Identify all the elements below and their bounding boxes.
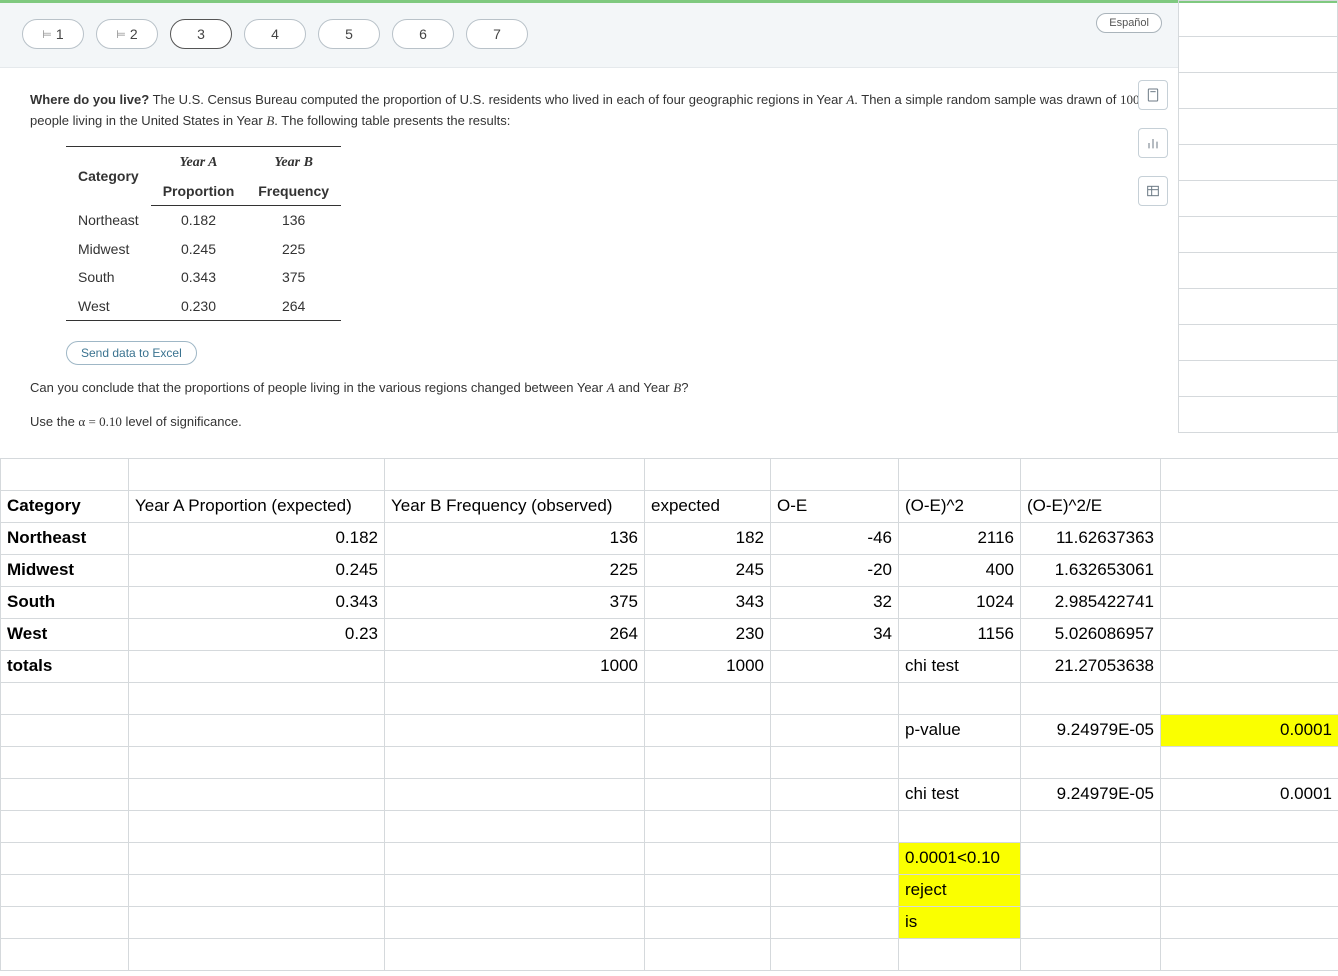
sheet-row	[1, 938, 1338, 970]
espanol-button[interactable]: Español	[1096, 13, 1162, 33]
sheet-row: reject	[1, 874, 1338, 906]
sheet-row	[1, 746, 1338, 778]
sheet-row: Northeast 0.182 136 182 -46 2116 11.6263…	[1, 522, 1338, 554]
region-table: Category Year A Year B Proportion Freque…	[66, 146, 341, 321]
step-5[interactable]: 5	[318, 19, 380, 49]
sheet-row: 0.0001<0.10	[1, 842, 1338, 874]
sheet-header-row: Category Year A Proportion (expected) Ye…	[1, 490, 1338, 522]
spreadsheet[interactable]: Category Year A Proportion (expected) Ye…	[0, 458, 1338, 971]
sheet-row	[1, 810, 1338, 842]
table-row: West0.230264	[66, 292, 341, 321]
side-grid	[1178, 0, 1338, 433]
step-4[interactable]: 4	[244, 19, 306, 49]
send-to-excel-button[interactable]: Send data to Excel	[66, 341, 197, 365]
sheet-row: Midwest 0.245 225 245 -20 400 1.63265306…	[1, 554, 1338, 586]
sheet-row: chi test 9.24979E-05 0.0001	[1, 778, 1338, 810]
lead-question: Where do you live?	[30, 92, 149, 107]
calculator-icon[interactable]	[1138, 80, 1168, 110]
table-row: Northeast0.182136	[66, 206, 341, 235]
table-tool-icon[interactable]	[1138, 176, 1168, 206]
sheet-totals-row: totals 1000 1000 chi test 21.27053638	[1, 650, 1338, 682]
table-row: Midwest0.245225	[66, 235, 341, 263]
step-3[interactable]: 3	[170, 19, 232, 49]
step-bar: Español 1 2 3 4 5 6 7	[0, 3, 1178, 68]
sheet-row: West 0.23 264 230 34 1156 5.026086957	[1, 618, 1338, 650]
bar-chart-icon[interactable]	[1138, 128, 1168, 158]
problem-text: Where do you live? The U.S. Census Burea…	[0, 68, 1178, 458]
sheet-row: p-value 9.24979E-05 0.0001	[1, 714, 1338, 746]
table-row: South0.343375	[66, 263, 341, 291]
sheet-row	[1, 682, 1338, 714]
step-2[interactable]: 2	[96, 19, 158, 49]
sheet-row: is	[1, 906, 1338, 938]
sheet-row: South 0.343 375 343 32 1024 2.985422741	[1, 586, 1338, 618]
step-6[interactable]: 6	[392, 19, 454, 49]
step-1[interactable]: 1	[22, 19, 84, 49]
sheet-row	[1, 458, 1338, 490]
step-7[interactable]: 7	[466, 19, 528, 49]
